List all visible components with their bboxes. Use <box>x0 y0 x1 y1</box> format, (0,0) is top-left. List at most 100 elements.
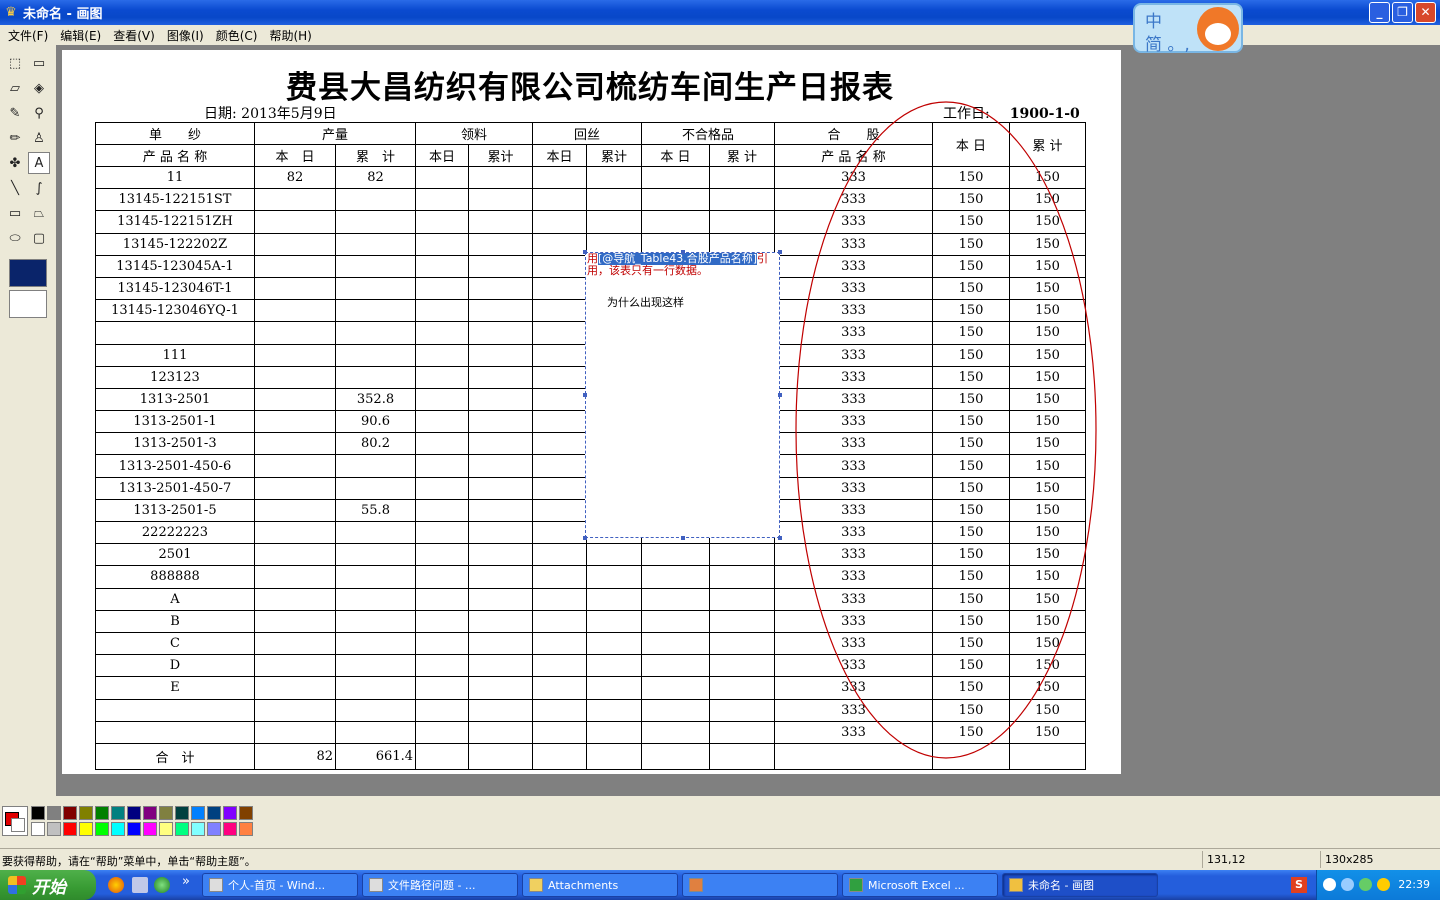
table-cell <box>254 498 336 523</box>
taskbar-item-ie2[interactable]: 文件路径问题 - ... <box>362 873 518 897</box>
app-icon <box>689 878 703 892</box>
rounded-rect-icon[interactable]: ▢ <box>28 227 50 249</box>
menu-file[interactable]: 文件(F) <box>2 27 54 44</box>
color-swatch[interactable] <box>191 822 205 836</box>
tray-r-icon[interactable] <box>1359 878 1372 891</box>
menu-image[interactable]: 图像(I) <box>161 27 210 44</box>
table-cell: 13145-123046YQ-1 <box>95 299 255 323</box>
polygon-icon[interactable]: ⏢ <box>28 202 50 224</box>
table-cell <box>335 543 416 567</box>
rectangle-icon[interactable]: ▭ <box>4 202 26 224</box>
color-swatch[interactable] <box>127 806 141 820</box>
table-cell: 333 <box>774 676 933 700</box>
tray-plus-icon[interactable] <box>1377 878 1390 891</box>
resize-handle[interactable] <box>583 393 587 397</box>
color-swatch[interactable] <box>207 806 221 820</box>
minimize-button[interactable]: _ <box>1369 2 1390 23</box>
media-quicklaunch-icon[interactable] <box>154 877 170 893</box>
pencil-icon[interactable]: ✏ <box>4 127 26 149</box>
resize-handle[interactable] <box>583 250 587 254</box>
table-row: 333 150 150 <box>95 698 1086 722</box>
color-swatch[interactable] <box>175 806 189 820</box>
color-swatch[interactable] <box>31 806 45 820</box>
col-header-output: 产量 <box>254 122 416 145</box>
table-cell: 2501 <box>95 543 255 567</box>
color-swatch[interactable] <box>47 822 61 836</box>
color-swatch[interactable] <box>95 806 109 820</box>
table-cell: B <box>95 609 255 633</box>
table-cell <box>335 520 416 545</box>
line-icon[interactable]: ╲ <box>4 177 26 199</box>
curve-icon[interactable]: ∫ <box>28 177 50 199</box>
report-workday: 工作日: 1900-1-0 <box>943 106 1080 122</box>
resize-handle[interactable] <box>778 536 782 540</box>
ie-icon <box>209 878 223 892</box>
color-swatch[interactable] <box>143 822 157 836</box>
color-swatch[interactable] <box>223 822 237 836</box>
taskbar-item-app[interactable] <box>682 873 838 897</box>
resize-handle[interactable] <box>778 393 782 397</box>
quicklaunch-chevron-icon[interactable]: » <box>182 874 190 889</box>
start-button[interactable]: 开始 <box>0 870 96 900</box>
table-cell <box>95 698 255 722</box>
table-cell <box>254 565 336 589</box>
table-cell <box>335 698 416 722</box>
color-swatch[interactable] <box>127 822 141 836</box>
color-swatch[interactable] <box>111 822 125 836</box>
tray-arrow-icon[interactable] <box>1323 878 1336 891</box>
table-cell: 150 <box>1009 565 1086 589</box>
taskbar-item-excel[interactable]: Microsoft Excel ... <box>842 873 998 897</box>
color-swatch[interactable] <box>31 822 45 836</box>
color-swatch[interactable] <box>159 806 173 820</box>
resize-handle[interactable] <box>681 536 685 540</box>
color-swatch[interactable] <box>63 806 77 820</box>
color-swatch[interactable] <box>79 822 93 836</box>
ime-mode-label: 中 <box>1145 12 1162 32</box>
brush-icon[interactable]: ♙ <box>28 127 50 149</box>
menu-view[interactable]: 查看(V) <box>107 27 161 44</box>
menu-edit[interactable]: 编辑(E) <box>54 27 107 44</box>
menu-help[interactable]: 帮助(H) <box>263 27 317 44</box>
restore-button[interactable]: ❐ <box>1392 2 1413 23</box>
text-tool-box[interactable]: 用[@导航_Table43.合股产品名称]引 用，该表只有一行数据。 为什么出现… <box>585 252 780 538</box>
status-help-text: 要获得帮助，请在“帮助”菜单中，单击“帮助主题”。 <box>2 855 256 868</box>
table-cell: 333 <box>774 165 933 190</box>
color-swatch[interactable] <box>223 806 237 820</box>
taskbar-item-attachments[interactable]: Attachments <box>522 873 678 897</box>
table-cell: 150 <box>1009 720 1086 744</box>
resize-handle[interactable] <box>583 536 587 540</box>
ellipse-icon[interactable]: ⬭ <box>4 227 26 249</box>
text-icon[interactable]: A <box>28 152 50 174</box>
color-swatch[interactable] <box>159 822 173 836</box>
resize-handle[interactable] <box>778 250 782 254</box>
taskbar: 开始 » 个人-首页 - Wind... 文件路径问题 - ... Attach… <box>0 870 1440 900</box>
ime-toolbar[interactable]: 中 简 。, <box>1133 3 1243 55</box>
table-cell <box>335 321 416 345</box>
airbrush-icon[interactable]: ✤ <box>4 152 26 174</box>
color-swatch[interactable] <box>95 822 109 836</box>
menu-colors[interactable]: 颜色(C) <box>210 27 264 44</box>
browser-quicklaunch-icon[interactable] <box>108 877 124 893</box>
color-swatch[interactable] <box>143 806 157 820</box>
taskbar-item-paint[interactable]: 未命名 - 画图 <box>1002 873 1158 897</box>
color-swatch[interactable] <box>191 806 205 820</box>
color-swatch[interactable] <box>239 822 253 836</box>
color-swatch[interactable] <box>239 806 253 820</box>
status-selection-size: 130x285 <box>1320 851 1438 868</box>
table-cell: 333 <box>774 365 933 389</box>
transparent-option-off[interactable] <box>9 259 47 287</box>
tray-network-icon[interactable] <box>1341 878 1354 891</box>
resize-handle[interactable] <box>681 250 685 254</box>
close-button[interactable]: ✕ <box>1415 2 1436 23</box>
color-swatch[interactable] <box>207 822 221 836</box>
color-swatch[interactable] <box>47 806 61 820</box>
color-swatch[interactable] <box>79 806 93 820</box>
color-swatch[interactable] <box>63 822 77 836</box>
transparent-option-on[interactable] <box>9 290 47 318</box>
table-cell <box>254 654 336 678</box>
color-swatch[interactable] <box>175 822 189 836</box>
color-swatch[interactable] <box>111 806 125 820</box>
desktop-quicklaunch-icon[interactable] <box>132 877 148 893</box>
sogou-tray-icon[interactable]: S <box>1291 877 1307 893</box>
taskbar-item-ie[interactable]: 个人-首页 - Wind... <box>202 873 358 897</box>
